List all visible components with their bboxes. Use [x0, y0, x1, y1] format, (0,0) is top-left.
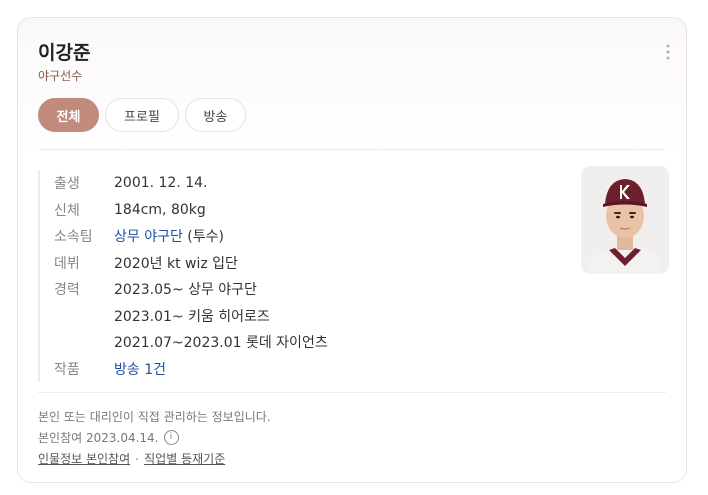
profile-occupation: 야구선수	[38, 69, 83, 83]
more-options-icon[interactable]	[666, 44, 670, 60]
footer-links: 인물정보 본인참여 직업별 등재기준	[38, 450, 225, 467]
participation-date: 본인참여 2023.04.14.	[38, 431, 159, 445]
career-item: 2023.01~ 키움 히어로즈	[114, 308, 270, 325]
team-position: (투수)	[182, 229, 224, 246]
info-row-career: 경력 2023.05~ 상무 야구단	[54, 276, 328, 303]
debut-label: 데뷔	[54, 255, 80, 272]
debut-value: 2020년 kt wiz 입단	[114, 255, 238, 272]
info-row-career-3: 2021.07~2023.01 롯데 자이언츠	[54, 329, 328, 356]
tab-all[interactable]: 전체	[38, 98, 99, 132]
profile-name: 이강준	[38, 42, 91, 64]
separator-dot	[136, 457, 139, 460]
participation-info: 본인참여 2023.04.14. i	[38, 429, 179, 446]
profile-photo[interactable]	[581, 166, 669, 274]
info-row-birth: 출생 2001. 12. 14.	[54, 170, 328, 197]
divider	[38, 149, 666, 150]
birth-label: 출생	[54, 176, 80, 193]
body-value: 184cm, 80kg	[114, 201, 206, 218]
tab-broadcast[interactable]: 방송	[185, 98, 246, 132]
team-link[interactable]: 상무 야구단	[114, 229, 183, 245]
profile-card: 이강준 야구선수 전체 프로필 방송 출생 2001. 12. 14. 신체 1…	[17, 17, 687, 483]
divider	[38, 392, 666, 393]
info-row-team: 소속팀 상무 야구단 (투수)	[54, 223, 328, 250]
info-row-career-2: 2023.01~ 키움 히어로즈	[54, 303, 328, 330]
info-row-works: 작품 방송 1건	[54, 356, 328, 383]
works-link[interactable]: 방송 1건	[114, 359, 166, 379]
criteria-link[interactable]: 직업별 등재기준	[144, 450, 225, 467]
profile-info-list: 출생 2001. 12. 14. 신체 184cm, 80kg 소속팀 상무 야…	[38, 170, 328, 382]
birth-value: 2001. 12. 14.	[114, 175, 208, 192]
team-label: 소속팀	[54, 229, 93, 246]
career-item: 2023.05~ 상무 야구단	[114, 282, 257, 299]
body-label: 신체	[54, 202, 80, 219]
info-icon[interactable]: i	[163, 430, 179, 445]
managed-notice: 본인 또는 대리인이 직접 관리하는 정보입니다.	[38, 410, 271, 424]
works-label: 작품	[54, 361, 80, 378]
info-row-body: 신체 184cm, 80kg	[54, 197, 328, 224]
career-label: 경력	[54, 282, 80, 299]
career-item: 2021.07~2023.01 롯데 자이언츠	[114, 335, 328, 352]
info-row-debut: 데뷔 2020년 kt wiz 입단	[54, 250, 328, 277]
tab-profile[interactable]: 프로필	[105, 98, 179, 132]
tab-bar: 전체 프로필 방송	[38, 98, 246, 132]
participate-link[interactable]: 인물정보 본인참여	[38, 450, 130, 467]
